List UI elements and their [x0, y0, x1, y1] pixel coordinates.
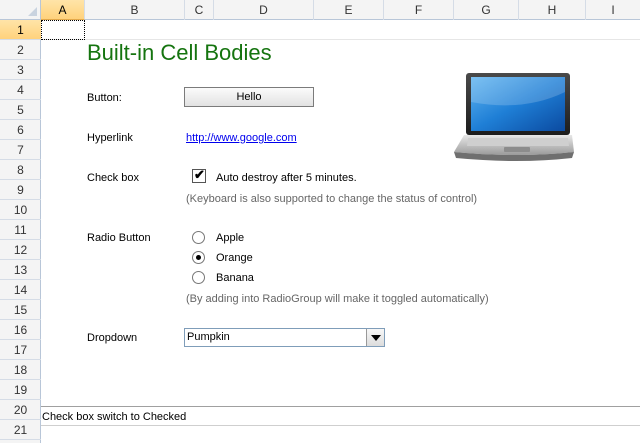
hyperlink-label: Hyperlink [87, 132, 133, 144]
dropdown-value: Pumpkin [187, 331, 230, 343]
row-header-20[interactable]: 20 [0, 400, 41, 420]
chevron-down-icon [371, 335, 381, 341]
row-header-1[interactable]: 1 [0, 20, 41, 40]
checkbox-text[interactable]: Auto destroy after 5 minutes. [216, 172, 357, 184]
dropdown-label: Dropdown [87, 332, 138, 344]
column-header-c[interactable]: C [185, 0, 214, 20]
row-header-8[interactable]: 8 [0, 160, 41, 180]
hello-button[interactable]: Hello [184, 87, 314, 107]
column-header-i[interactable]: I [586, 0, 640, 20]
radio-orange-label[interactable]: Orange [216, 252, 253, 264]
checkbox-hint: (Keyboard is also supported to change th… [186, 193, 478, 205]
row-header-14[interactable]: 14 [0, 280, 41, 300]
row-header-3[interactable]: 3 [0, 60, 41, 80]
checkmark-icon: ✔ [194, 167, 205, 182]
radio-apple-label[interactable]: Apple [216, 232, 244, 244]
status-text: Check box switch to Checked [42, 411, 187, 423]
button-label: Button: [87, 92, 122, 104]
page-title: Built-in Cell Bodies [87, 40, 272, 65]
laptop-icon [454, 73, 574, 161]
row-header-18[interactable]: 18 [0, 360, 41, 380]
column-header-b[interactable]: B [85, 0, 185, 20]
column-header-d[interactable]: D [214, 0, 314, 20]
row-header-16[interactable]: 16 [0, 320, 41, 340]
row-header-7[interactable]: 7 [0, 140, 41, 160]
radio-apple[interactable] [192, 231, 205, 244]
select-all-corner[interactable] [0, 0, 41, 20]
row-header-10[interactable]: 10 [0, 200, 41, 220]
radio-orange[interactable] [192, 251, 205, 264]
row-header-6[interactable]: 6 [0, 120, 41, 140]
radio-banana[interactable] [192, 271, 205, 284]
status-row: Check box switch to Checked [41, 406, 640, 426]
row-header-17[interactable]: 17 [0, 340, 41, 360]
row-header-5[interactable]: 5 [0, 100, 41, 120]
column-header-f[interactable]: F [384, 0, 454, 20]
dropdown-button[interactable] [366, 329, 384, 346]
radio-label: Radio Button [87, 232, 151, 244]
row-header-12[interactable]: 12 [0, 240, 41, 260]
row-header-19[interactable]: 19 [0, 380, 41, 400]
column-header-g[interactable]: G [454, 0, 519, 20]
row-header-9[interactable]: 9 [0, 180, 41, 200]
radio-banana-label[interactable]: Banana [216, 272, 254, 284]
row-header-11[interactable]: 11 [0, 220, 41, 240]
radio-hint: (By adding into RadioGroup will make it … [186, 293, 489, 305]
pumpkin-dropdown[interactable]: Pumpkin [184, 328, 385, 347]
row-header-bar: 1 2 3 4 5 6 7 8 9 10 11 12 13 14 15 16 1… [0, 20, 41, 443]
auto-destroy-checkbox[interactable]: ✔ [192, 167, 206, 183]
radio-selected-dot [196, 255, 201, 260]
column-header-h[interactable]: H [519, 0, 586, 20]
column-header-e[interactable]: E [314, 0, 384, 20]
row-header-15[interactable]: 15 [0, 300, 41, 320]
row-header-13[interactable]: 13 [0, 260, 41, 280]
row-header-2[interactable]: 2 [0, 40, 41, 60]
checkbox-label: Check box [87, 172, 139, 184]
active-cell-a1[interactable] [41, 20, 85, 40]
row-header-21[interactable]: 21 [0, 420, 41, 440]
column-header-a[interactable]: A [41, 0, 85, 20]
select-all-icon [28, 7, 37, 16]
google-hyperlink[interactable]: http://www.google.com [186, 132, 297, 144]
row-header-4[interactable]: 4 [0, 80, 41, 100]
